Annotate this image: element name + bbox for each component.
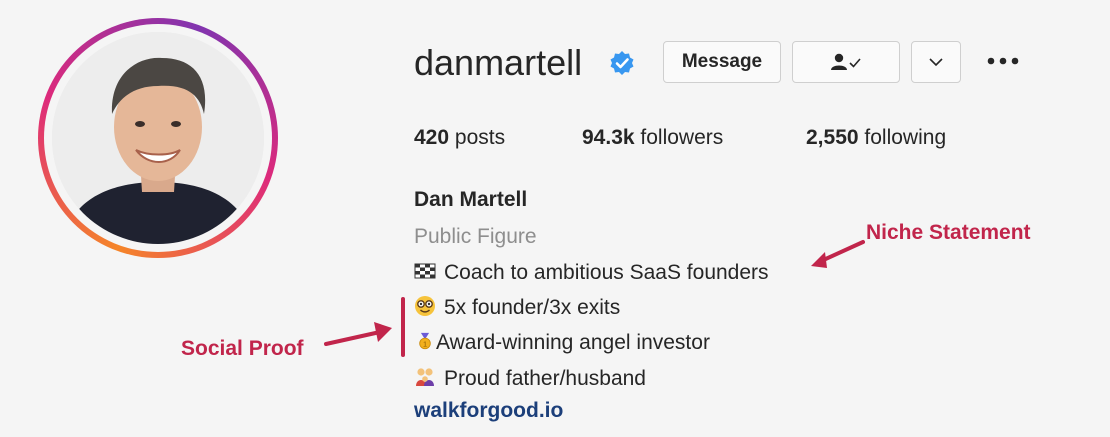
family-icon (416, 368, 434, 386)
following-label: following (864, 126, 947, 149)
more-options-icon[interactable] (986, 56, 1020, 66)
message-button[interactable]: Message (663, 41, 781, 83)
website-link[interactable]: walkforgood.io (414, 399, 563, 423)
avatar[interactable] (52, 32, 264, 244)
profile-name: Dan Martell (414, 188, 528, 211)
bio-line-1: Coach to ambitious SaaS founders (444, 261, 769, 284)
profile-category: Public Figure (414, 225, 537, 248)
username: danmartell (414, 42, 583, 83)
social-proof-annotation: Social Proof (181, 337, 304, 360)
svg-text:1: 1 (423, 339, 427, 348)
niche-statement-annotation: Niche Statement (866, 221, 1031, 244)
avatar-photo (52, 32, 264, 244)
niche-arrow-icon (811, 240, 865, 268)
followers-label: followers (640, 126, 724, 149)
following-count: 2,550 (806, 126, 859, 149)
posts-label: posts (454, 126, 506, 149)
bio-line-founder: 5x founder/3x exits (414, 295, 620, 320)
suggested-dropdown-button[interactable] (911, 41, 961, 83)
followers-count: 94.3k (582, 126, 635, 149)
bio-line-family: Proud father/husband (414, 366, 646, 391)
posts-count: 420 (414, 126, 450, 149)
person-check-icon (831, 53, 861, 70)
bio-line-niche: Coach to ambitious SaaS founders (414, 260, 769, 285)
bio-line-2: 5x founder/3x exits (444, 296, 621, 319)
medal-icon: 1 (419, 332, 431, 350)
bio-line-4: Proud father/husband (444, 367, 646, 390)
message-button-label: Message (681, 51, 763, 72)
social-proof-bracket (401, 297, 405, 357)
verified-badge-icon (610, 51, 634, 75)
avatar-story-ring[interactable] (38, 18, 278, 258)
following-stat[interactable]: 2,550 following (806, 126, 946, 150)
bio-line-3: Award-winning angel investor (436, 331, 710, 354)
chevron-down-icon (929, 58, 943, 67)
nerd-face-icon (415, 296, 435, 316)
posts-stat: 420 posts (414, 126, 505, 150)
following-button[interactable] (792, 41, 900, 83)
bio-line-investor: 1 Award-winning angel investor (416, 330, 710, 355)
followers-stat[interactable]: 94.3k followers (582, 126, 723, 150)
checkered-flag-icon (414, 263, 436, 279)
social-proof-arrow-icon (324, 322, 392, 346)
